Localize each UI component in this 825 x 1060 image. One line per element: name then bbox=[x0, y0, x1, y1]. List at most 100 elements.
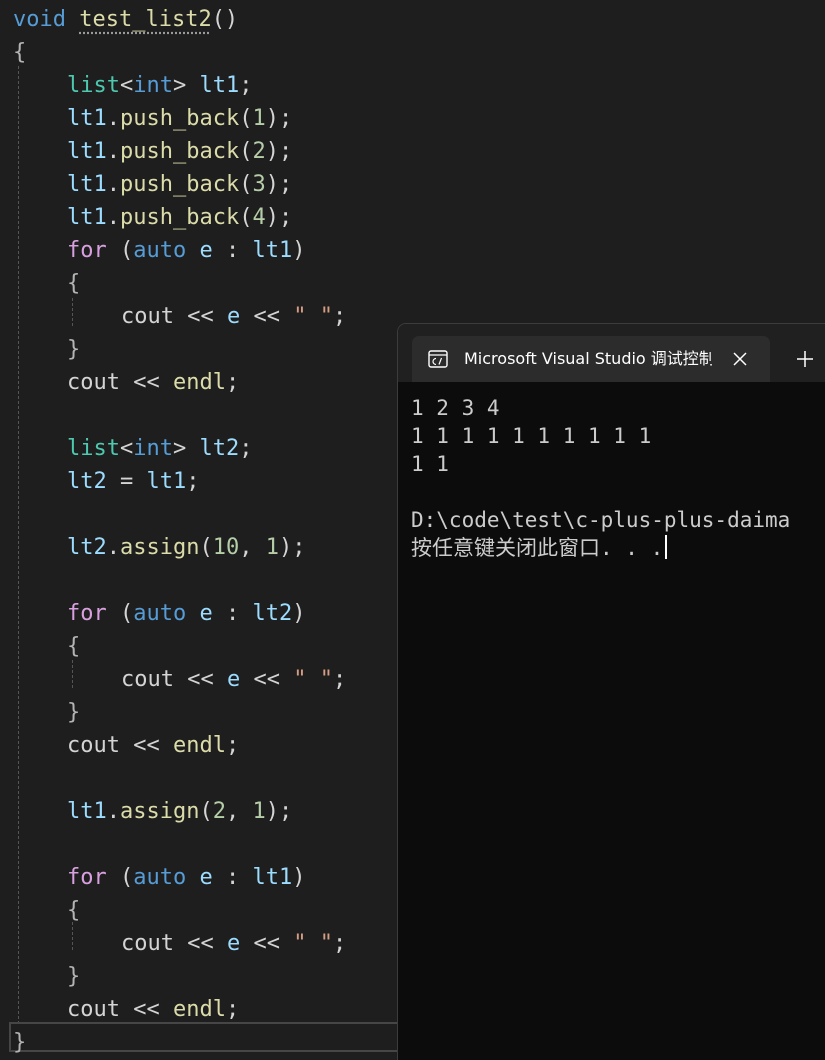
code-token: ( bbox=[106, 601, 134, 626]
code-line[interactable]: lt2 = lt1; bbox=[67, 466, 200, 498]
code-token: << bbox=[119, 997, 173, 1022]
code-line[interactable]: } bbox=[67, 697, 80, 729]
code-line[interactable]: lt1.push_back(1); bbox=[67, 103, 292, 135]
code-token: ( bbox=[199, 799, 213, 824]
code-line[interactable]: lt1.push_back(2); bbox=[67, 136, 292, 168]
code-token: ; bbox=[332, 931, 347, 956]
code-line[interactable]: lt1.assign(2, 1); bbox=[67, 796, 292, 828]
code-token: ( bbox=[239, 139, 253, 164]
code-token: cout bbox=[121, 304, 174, 329]
code-token: ); bbox=[265, 205, 293, 230]
code-token: for bbox=[67, 601, 107, 626]
code-token: e bbox=[186, 865, 226, 890]
code-token: . bbox=[106, 172, 120, 197]
code-token: lt2 bbox=[67, 535, 107, 560]
code-token: ; bbox=[332, 304, 347, 329]
code-line[interactable]: lt1.push_back(3); bbox=[67, 169, 292, 201]
code-line[interactable]: cout << e << " "; bbox=[121, 928, 346, 960]
plus-icon[interactable] bbox=[794, 348, 816, 370]
code-line[interactable]: { bbox=[67, 631, 80, 663]
code-line[interactable]: lt2.assign(10, 1); bbox=[67, 532, 305, 564]
code-token: auto bbox=[133, 601, 187, 626]
code-token: lt2 bbox=[252, 601, 293, 626]
output-line: 1 2 3 4 bbox=[411, 396, 500, 420]
code-line[interactable]: } bbox=[67, 334, 80, 366]
code-token: lt1 bbox=[186, 73, 240, 98]
code-token: < bbox=[119, 436, 134, 461]
code-token: } bbox=[67, 964, 81, 989]
code-line[interactable]: for (auto e : lt1) bbox=[67, 862, 305, 894]
output-line: 1 1 bbox=[411, 452, 449, 476]
code-token: ( bbox=[106, 238, 134, 263]
code-token: ; bbox=[225, 370, 240, 395]
code-line[interactable]: cout << endl; bbox=[67, 994, 239, 1026]
code-line[interactable]: { bbox=[67, 895, 80, 927]
code-token: << bbox=[173, 667, 227, 692]
code-token: int bbox=[133, 73, 173, 98]
code-token: 1 bbox=[252, 799, 266, 824]
code-line[interactable]: cout << endl; bbox=[67, 730, 239, 762]
code-token: lt1 bbox=[67, 799, 107, 824]
code-token: lt1 bbox=[67, 172, 107, 197]
code-token: ); bbox=[265, 139, 293, 164]
terminal-output[interactable]: 1 2 3 4 1 1 1 1 1 1 1 1 1 1 1 1 D:\code\… bbox=[411, 394, 825, 562]
code-token: 1 bbox=[265, 535, 279, 560]
output-line: D:\code\test\c-plus-plus-daima bbox=[411, 508, 791, 532]
code-line[interactable]: } bbox=[67, 961, 80, 993]
terminal-titlebar[interactable]: Microsoft Visual Studio 调试控制台 bbox=[398, 324, 825, 382]
code-line[interactable]: list<int> lt2; bbox=[67, 433, 252, 465]
code-line[interactable]: for (auto e : lt1) bbox=[67, 235, 305, 267]
code-token: auto bbox=[133, 238, 187, 263]
close-icon[interactable] bbox=[730, 349, 750, 369]
code-token: e bbox=[226, 304, 241, 329]
code-token: endl bbox=[172, 733, 226, 758]
code-token: () bbox=[211, 7, 239, 32]
code-token: 10 bbox=[212, 535, 240, 560]
debug-console-window[interactable]: Microsoft Visual Studio 调试控制台 1 2 3 4 1 … bbox=[397, 323, 825, 1060]
code-token: assign bbox=[120, 535, 200, 560]
output-line: 1 1 1 1 1 1 1 1 1 1 bbox=[411, 424, 652, 448]
indent-guide bbox=[18, 66, 19, 1024]
code-token: e bbox=[186, 601, 226, 626]
code-token: ; bbox=[239, 73, 253, 98]
code-token: for bbox=[67, 238, 107, 263]
terminal-tab[interactable]: Microsoft Visual Studio 调试控制台 bbox=[412, 336, 770, 382]
code-token: e bbox=[226, 931, 241, 956]
code-line[interactable]: cout << e << " "; bbox=[121, 301, 346, 333]
code-token: . bbox=[106, 205, 120, 230]
code-token: ) bbox=[292, 865, 306, 890]
code-line[interactable]: list<int> lt1; bbox=[67, 70, 252, 102]
code-token: } bbox=[13, 1030, 27, 1055]
code-token: lt2 bbox=[186, 436, 240, 461]
code-token: ); bbox=[265, 799, 293, 824]
code-token: lt1 bbox=[67, 139, 107, 164]
code-token: << bbox=[173, 304, 227, 329]
code-line[interactable]: cout << endl; bbox=[67, 367, 239, 399]
code-line[interactable]: cout << e << " "; bbox=[121, 664, 346, 696]
code-token: 1 bbox=[252, 106, 266, 131]
code-line[interactable]: { bbox=[13, 37, 26, 69]
code-line[interactable]: lt1.push_back(4); bbox=[67, 202, 292, 234]
code-token: : bbox=[225, 865, 253, 890]
code-token: , bbox=[239, 535, 266, 560]
code-token: auto bbox=[133, 865, 187, 890]
code-token: ; bbox=[332, 667, 347, 692]
code-line[interactable]: { bbox=[67, 268, 80, 300]
code-token: ) bbox=[292, 238, 306, 263]
code-token: e bbox=[186, 238, 226, 263]
code-token: . bbox=[106, 799, 120, 824]
prompt-text: 按任意键关闭此窗口. . . bbox=[411, 536, 664, 560]
code-token: } bbox=[67, 337, 81, 362]
code-line[interactable]: void test_list2() bbox=[13, 4, 238, 36]
code-token: ); bbox=[265, 106, 293, 131]
code-token: assign bbox=[120, 799, 200, 824]
code-token: << bbox=[119, 370, 173, 395]
code-token: e bbox=[226, 667, 241, 692]
code-token: > bbox=[172, 436, 187, 461]
code-line[interactable]: for (auto e : lt2) bbox=[67, 598, 305, 630]
code-token: ); bbox=[265, 172, 293, 197]
code-token: push_back bbox=[120, 106, 240, 131]
code-token: << bbox=[119, 733, 173, 758]
code-line[interactable]: } bbox=[13, 1027, 26, 1059]
